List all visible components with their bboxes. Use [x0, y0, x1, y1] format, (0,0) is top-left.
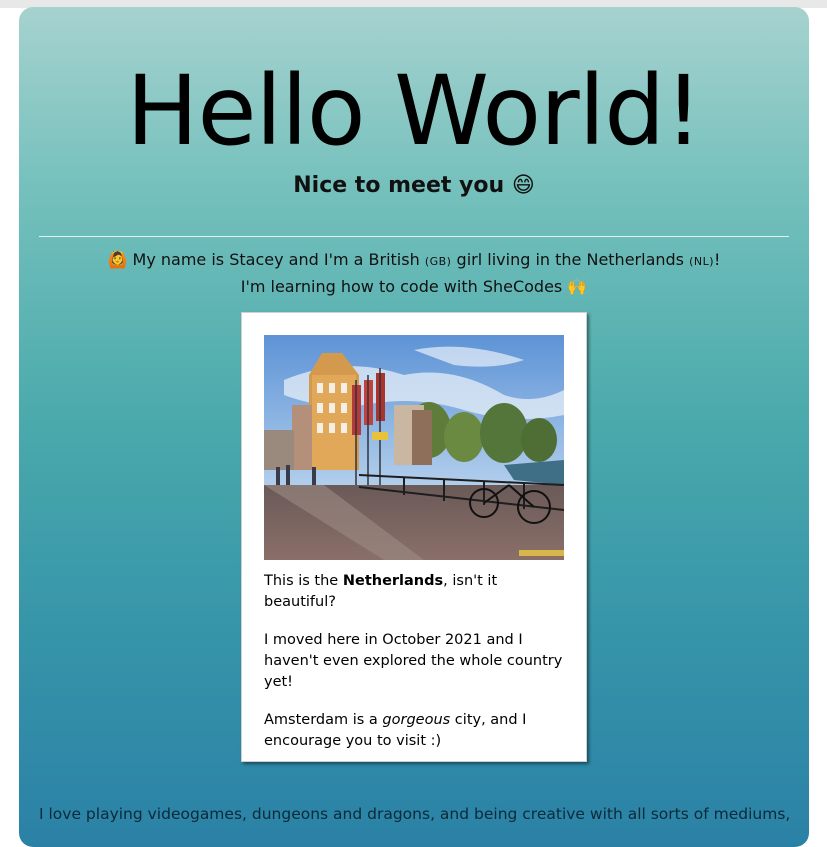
divider: [39, 236, 789, 237]
gorgeous-italic: gorgeous: [382, 712, 451, 728]
page-title: Hello World!: [126, 55, 702, 167]
caption-paragraph-3: Amsterdam is a gorgeous city, and I enco…: [264, 710, 564, 752]
caption-text: Amsterdam is a: [264, 712, 383, 728]
intro-text-part: !: [714, 250, 721, 269]
page-subtitle: Nice to meet you 😄: [293, 173, 535, 198]
hobbies-text: I love playing videogames, dungeons and …: [39, 805, 791, 823]
photo-card: This is the Netherlands, isn't it beauti…: [241, 312, 587, 762]
amsterdam-photo: [264, 335, 564, 560]
intro-line-2: I'm learning how to code with SheCodes 🙌: [240, 277, 588, 296]
nl-label: (NL): [689, 255, 715, 268]
intro-line-1: 🙆 My name is Stacey and I'm a British (G…: [19, 247, 809, 274]
amsterdam-photo-icon: [264, 335, 564, 560]
caption-text: This is the: [264, 573, 343, 589]
caption-paragraph-1: This is the Netherlands, isn't it beauti…: [264, 571, 564, 613]
intro-text-part: girl living in the Netherlands: [451, 250, 690, 269]
gb-label: (GB): [424, 255, 452, 268]
page-card: Hello World! Nice to meet you 😄 🙆 My nam…: [19, 7, 809, 847]
netherlands-bold: Netherlands: [342, 573, 444, 589]
intro-text-part: My name is Stacey and I'm a British: [127, 250, 425, 269]
intro-text: 🙆 My name is Stacey and I'm a British (G…: [19, 247, 809, 299]
photo-caption: This is the Netherlands, isn't it beauti…: [264, 571, 564, 769]
person-gesture-emoji-icon: 🙆: [107, 250, 128, 269]
caption-paragraph-2: I moved here in October 2021 and I haven…: [264, 632, 563, 690]
